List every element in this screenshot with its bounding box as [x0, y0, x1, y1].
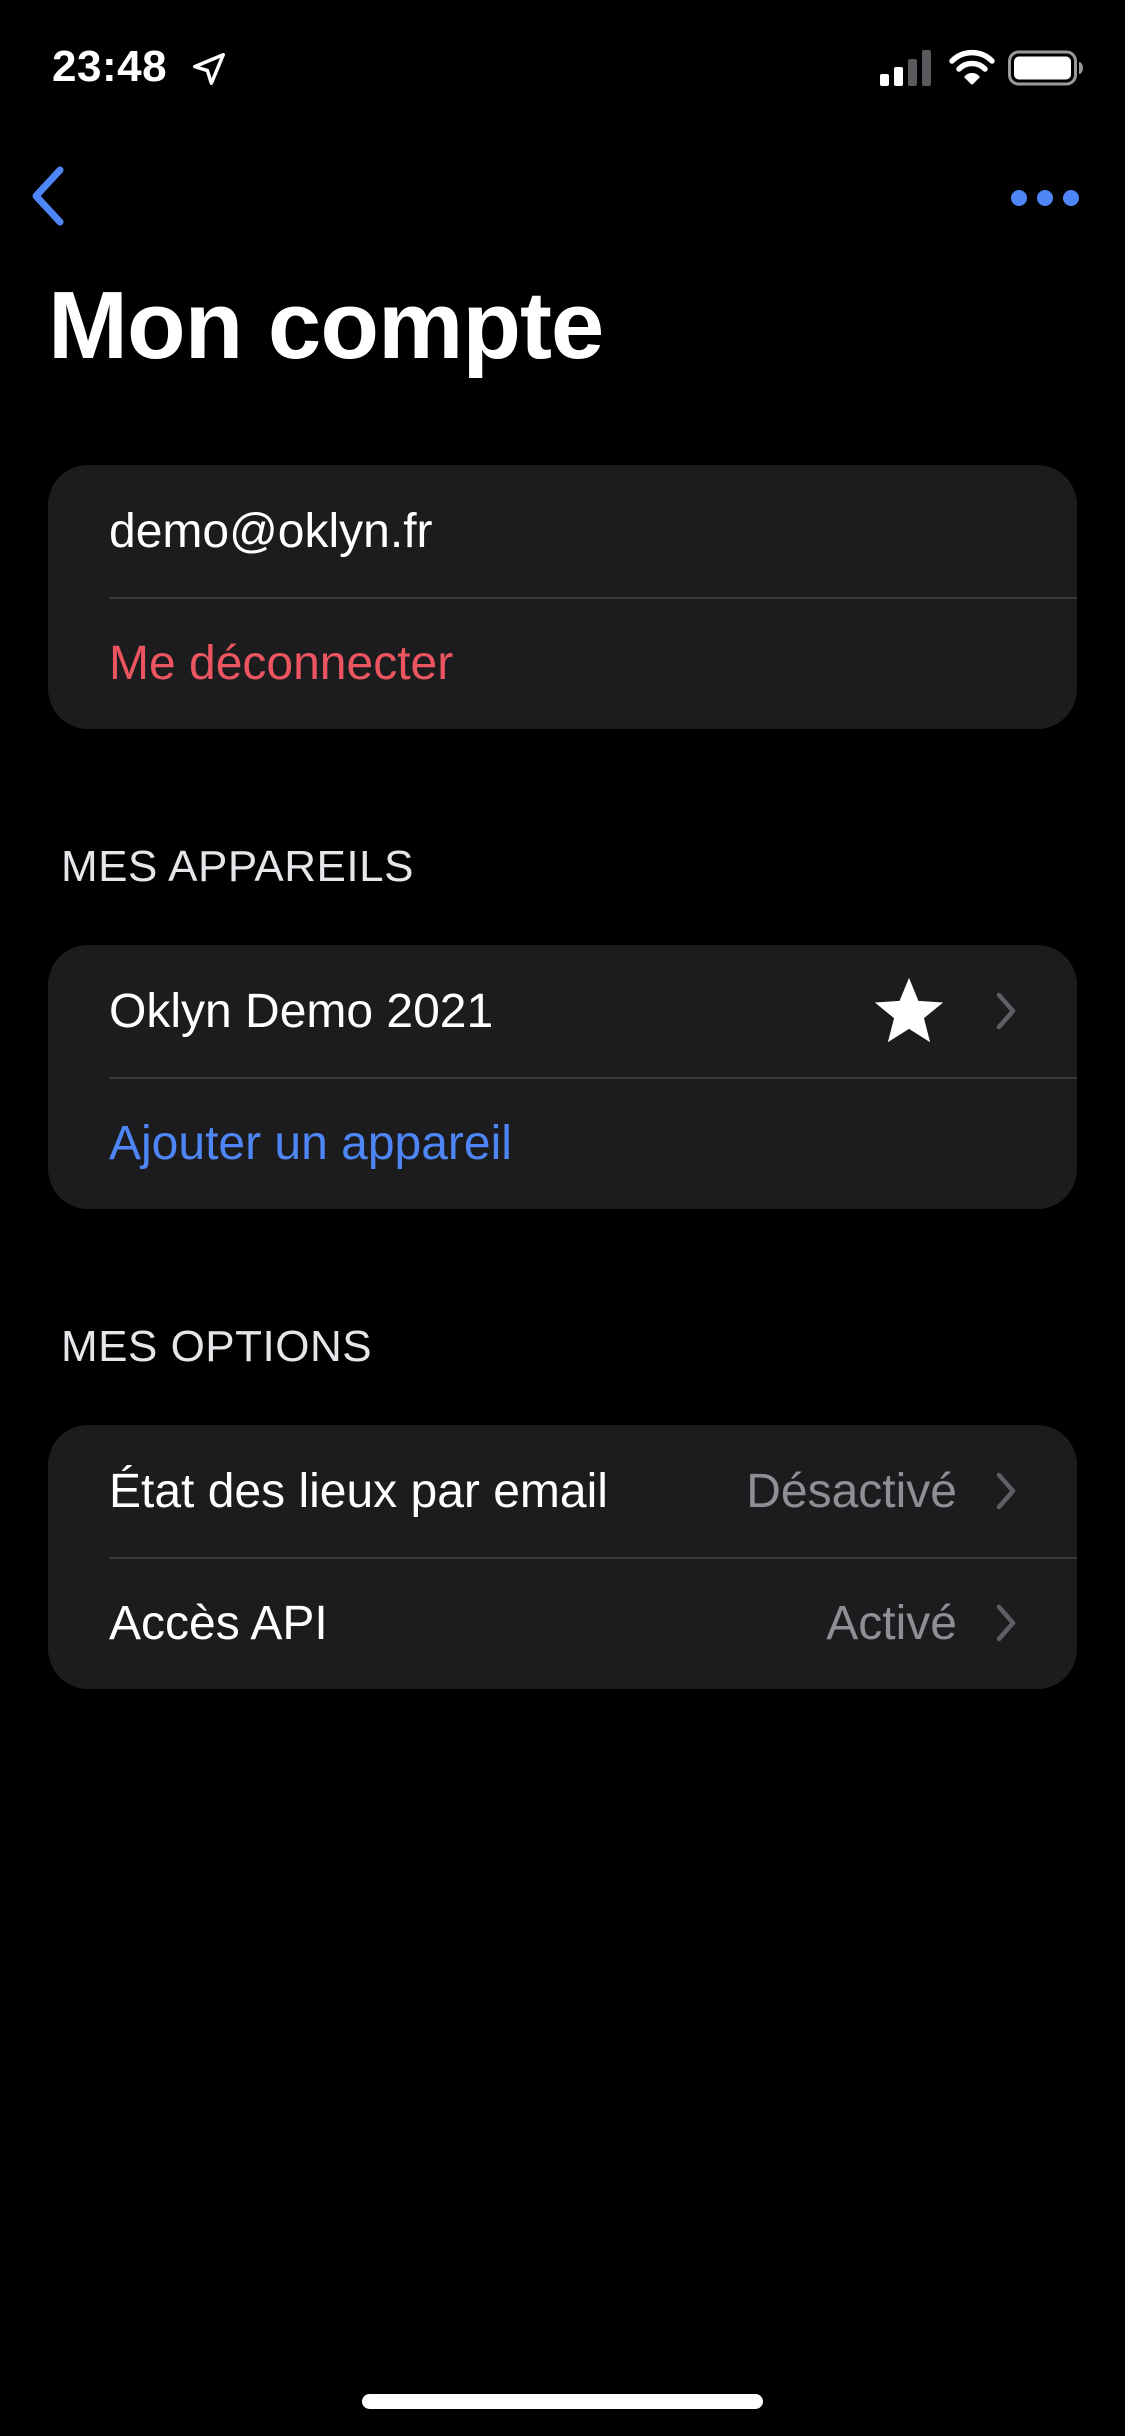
option-row-email-inventory[interactable]: État des lieux par email Désactivé — [48, 1425, 1077, 1557]
location-arrow-icon — [193, 53, 225, 85]
logout-button[interactable]: Me déconnecter — [48, 597, 1077, 729]
ellipsis-icon — [1011, 190, 1079, 206]
cellular-signal-icon — [880, 50, 931, 86]
home-indicator[interactable] — [362, 2394, 763, 2409]
status-bar: 23:48 — [0, 0, 1125, 140]
option-row-api-access[interactable]: Accès API Activé — [48, 1557, 1077, 1689]
option-value: Activé — [826, 1596, 957, 1650]
more-options-button[interactable] — [1004, 176, 1086, 220]
logout-label: Me déconnecter — [109, 636, 454, 690]
chevron-left-icon — [32, 166, 64, 226]
add-device-button[interactable]: Ajouter un appareil — [48, 1077, 1077, 1209]
chevron-right-icon — [996, 992, 1016, 1030]
status-time: 23:48 — [52, 42, 168, 91]
battery-icon — [1008, 50, 1083, 86]
star-icon[interactable] — [868, 972, 950, 1050]
back-button[interactable] — [22, 160, 74, 232]
options-section-header: MES OPTIONS — [61, 1322, 373, 1371]
account-card: demo@oklyn.fr Me déconnecter — [48, 465, 1077, 729]
page-title: Mon compte — [48, 272, 604, 379]
devices-section-header: MES APPAREILS — [61, 842, 414, 891]
chevron-right-icon — [996, 1604, 1016, 1642]
device-name: Oklyn Demo 2021 — [109, 984, 494, 1038]
option-label: Accès API — [109, 1596, 328, 1650]
option-label: État des lieux par email — [109, 1464, 608, 1518]
options-card: État des lieux par email Désactivé Accès… — [48, 1425, 1077, 1689]
add-device-label: Ajouter un appareil — [109, 1116, 512, 1170]
device-row[interactable]: Oklyn Demo 2021 — [48, 945, 1077, 1077]
devices-card: Oklyn Demo 2021 Ajouter un appareil — [48, 945, 1077, 1209]
account-email: demo@oklyn.fr — [109, 504, 433, 558]
wifi-icon — [949, 49, 995, 85]
chevron-right-icon — [996, 1472, 1016, 1510]
account-email-row: demo@oklyn.fr — [48, 465, 1077, 597]
option-value: Désactivé — [746, 1464, 957, 1518]
